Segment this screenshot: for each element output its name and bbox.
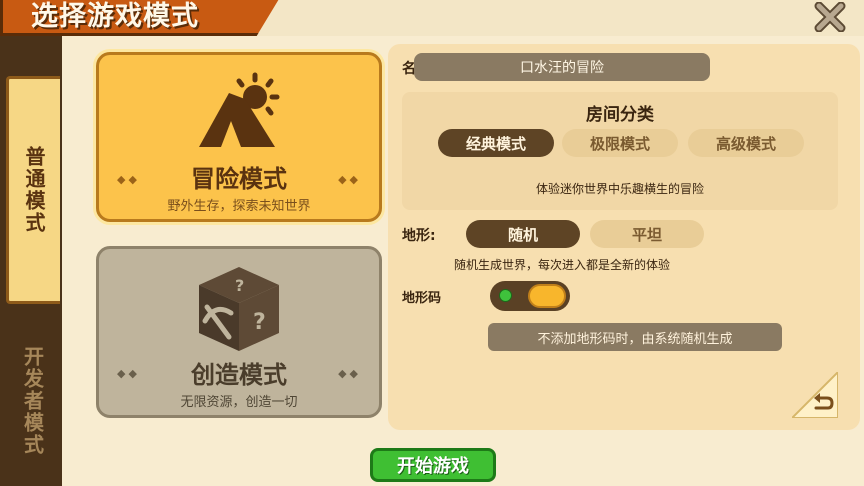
card-title: 创造模式 [191,361,287,389]
tent-sun-icon [199,72,280,147]
room-category-title: 房间分类 [586,105,654,125]
toggle-indicator-dot [499,289,512,302]
title-banner: 选择游戏模式 [0,0,282,36]
terrain-option-label: 随机 [507,225,538,244]
room-category-box: 房间分类 经典模式 极限模式 高级模式 体验迷你世界中乐趣横生的冒险 [402,92,838,210]
room-category-description: 体验迷你世界中乐趣横生的冒险 [535,182,704,196]
undo-icon [789,369,839,419]
world-name-value: 口水汪的冒险 [520,60,604,76]
terrain-option-label: 平坦 [631,225,662,244]
svg-text:?: ? [235,276,244,295]
room-option-advanced[interactable]: 高级模式 [688,129,804,157]
reset-button[interactable] [789,369,839,420]
room-option-extreme[interactable]: 极限模式 [562,129,678,157]
page-title: 选择游戏模式 [31,1,199,32]
close-icon [814,2,846,32]
tab-developer-label: 开发者模式 [20,346,45,456]
room-option-label: 极限模式 [589,134,650,153]
terrain-description: 随机生成世界，每次进入都是全新的体验 [453,258,670,272]
start-game-label: 开始游戏 [397,456,469,477]
seed-input[interactable]: 不添加地形码时，由系统随机生成 [488,323,782,351]
tab-developer-mode[interactable]: 开发者模式 [6,316,60,486]
start-game-button[interactable]: 开始游戏 [370,448,496,482]
mode-category-rail: 普通模式 开发者模式 [0,36,62,486]
room-option-classic[interactable]: 经典模式 [438,129,554,157]
close-button[interactable] [808,0,852,34]
room-option-label: 经典模式 [465,134,526,153]
toggle-knob [528,284,566,308]
card-description: 野外生存，探索未知世界 [167,199,311,214]
seed-toggle[interactable] [490,281,570,311]
adventure-mode-card[interactable]: ◆◆ ◆◆ 冒险模式 野外生存，探索未知世界 [96,52,382,222]
card-title: 冒险模式 [191,165,287,193]
mystery-box-icon: ? ? [199,267,279,351]
svg-text:?: ? [253,310,266,335]
seed-label: 地形码 [402,291,442,306]
room-option-label: 高级模式 [715,134,776,153]
tab-normal-mode[interactable]: 普通模式 [6,76,60,304]
creative-mode-card[interactable]: ? ? ◆◆ ◆◆ 创造模式 无限资源，创造一切 [96,246,382,418]
terrain-option-random[interactable]: 随机 [466,220,580,248]
card-description: 无限资源，创造一切 [180,395,298,410]
tab-normal-label: 普通模式 [22,146,46,234]
terrain-option-flat[interactable]: 平坦 [590,220,704,248]
seed-input-placeholder: 不添加地形码时，由系统随机生成 [537,331,733,347]
terrain-label: 地形: [402,228,436,244]
world-name-field[interactable]: 口水汪的冒险 [414,53,710,81]
mode-select-window: 选择游戏模式 普通模式 开发者模式 ◆◆ ◆◆ 冒险模式 野外生存，探索未知世界… [0,0,864,486]
